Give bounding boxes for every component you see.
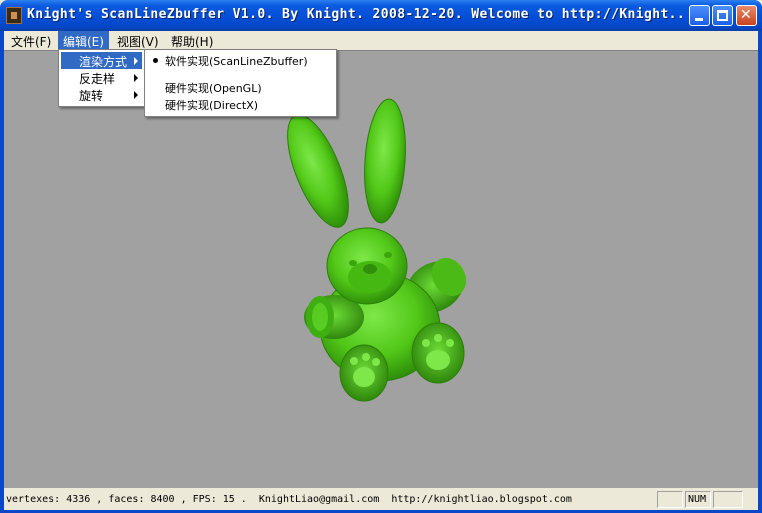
menu-item-rotate[interactable]: 旋转 bbox=[61, 86, 142, 103]
right-eye bbox=[384, 252, 392, 258]
submenu-item-opengl-label: 硬件实现(OpenGL) bbox=[165, 82, 262, 95]
left-eye bbox=[349, 260, 357, 266]
minimize-button[interactable] bbox=[689, 5, 710, 26]
menu-item-rotate-label: 旋转 bbox=[79, 89, 104, 103]
right-foot-pad bbox=[426, 350, 450, 370]
maximize-button[interactable] bbox=[712, 5, 733, 26]
status-pane-blank bbox=[657, 491, 683, 508]
left-toe bbox=[372, 358, 380, 366]
checked-bullet-icon bbox=[153, 58, 158, 63]
submenu-item-software-label: 软件实现(ScanLineZbuffer) bbox=[165, 55, 308, 68]
render-viewport[interactable] bbox=[4, 50, 758, 488]
menu-item-render-mode-label: 渲染方式 bbox=[79, 55, 128, 69]
menu-item-render-mode[interactable]: 渲染方式 bbox=[61, 52, 142, 69]
submenu-item-directx-label: 硬件实现(DirectX) bbox=[165, 99, 259, 112]
submenu-item-software[interactable]: 软件实现(ScanLineZbuffer) bbox=[147, 52, 334, 69]
menu-item-antialias[interactable]: 反走样 bbox=[61, 69, 142, 86]
status-bar: vertexes: 4336 , faces: 8400 , FPS: 15 .… bbox=[4, 490, 758, 510]
left-ear bbox=[287, 114, 349, 228]
render-mode-submenu: 软件实现(ScanLineZbuffer) 硬件实现(OpenGL) 硬件实现(… bbox=[144, 49, 337, 117]
minimize-icon bbox=[695, 18, 703, 21]
menu-item-antialias-label: 反走样 bbox=[79, 72, 116, 86]
right-toe bbox=[434, 334, 442, 342]
menu-file[interactable]: 文件(F) bbox=[6, 31, 56, 50]
menu-separator bbox=[149, 73, 332, 74]
status-pane-blank-2 bbox=[713, 491, 743, 508]
menu-edit[interactable]: 编辑(E) bbox=[58, 31, 109, 50]
submenu-item-directx[interactable]: 硬件实现(DirectX) bbox=[147, 96, 334, 113]
main-window: Knight's ScanLineZbuffer V1.0. By Knight… bbox=[0, 0, 762, 513]
submenu-arrow-icon bbox=[134, 57, 138, 65]
nose bbox=[363, 264, 377, 274]
status-num-indicator: NUM bbox=[685, 491, 711, 508]
left-paw-inner bbox=[312, 303, 328, 331]
close-icon: ✕ bbox=[740, 7, 752, 23]
edit-menu-dropdown: 渲染方式 反走样 旋转 bbox=[58, 49, 145, 107]
left-toe bbox=[350, 357, 358, 365]
menu-help[interactable]: 帮助(H) bbox=[166, 31, 218, 50]
submenu-arrow-icon bbox=[134, 91, 138, 99]
bunny-model bbox=[287, 98, 467, 402]
maximize-icon bbox=[717, 10, 728, 21]
menu-bar: 文件(F) 编辑(E) 视图(V) 帮助(H) bbox=[4, 31, 758, 50]
app-icon[interactable] bbox=[6, 7, 22, 24]
close-button[interactable]: ✕ bbox=[736, 5, 757, 26]
window-title: Knight's ScanLineZbuffer V1.0. By Knight… bbox=[27, 7, 682, 22]
left-foot-pad bbox=[353, 367, 375, 387]
status-info: vertexes: 4336 , faces: 8400 , FPS: 15 .… bbox=[6, 494, 572, 505]
right-toe bbox=[422, 339, 430, 347]
right-ear bbox=[364, 98, 406, 224]
menu-view[interactable]: 视图(V) bbox=[112, 31, 164, 50]
submenu-item-opengl[interactable]: 硬件实现(OpenGL) bbox=[147, 79, 334, 96]
left-toe bbox=[362, 353, 370, 361]
submenu-arrow-icon bbox=[134, 74, 138, 82]
title-bar[interactable]: Knight's ScanLineZbuffer V1.0. By Knight… bbox=[0, 0, 762, 31]
right-toe bbox=[446, 339, 454, 347]
